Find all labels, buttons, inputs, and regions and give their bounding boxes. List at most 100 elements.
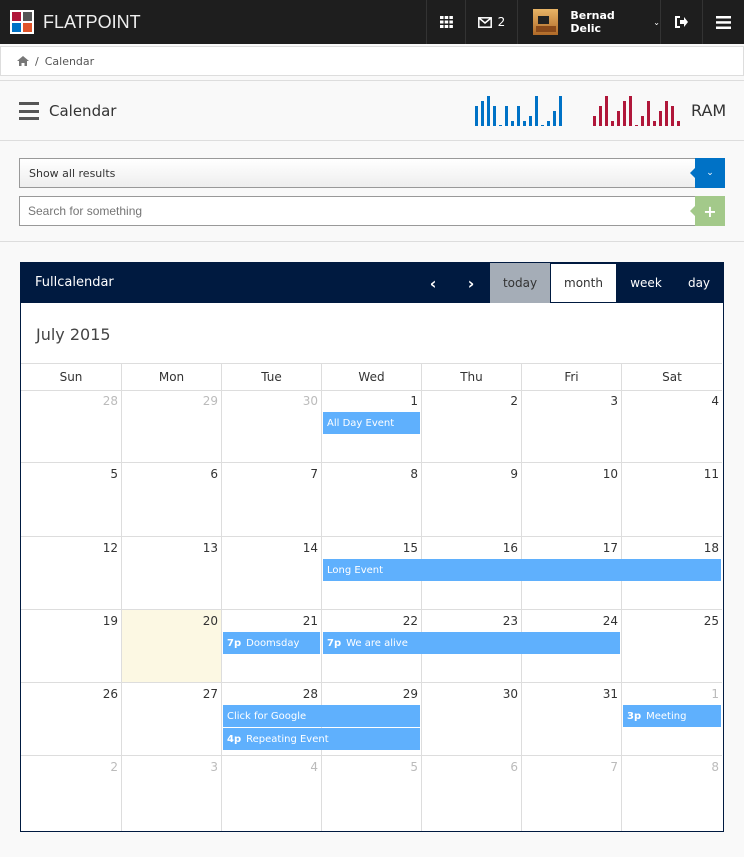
sparkline-bar — [487, 96, 490, 126]
day-number: 8 — [711, 760, 719, 774]
day-cell[interactable]: 30 — [421, 683, 521, 756]
sparkline-bar — [541, 125, 544, 126]
day-cell[interactable]: 13 — [121, 537, 221, 610]
day-cell[interactable]: 2 — [21, 756, 121, 831]
sparkline-bar — [553, 111, 556, 126]
sidebar-toggle-icon[interactable] — [19, 102, 39, 120]
chevron-left-icon: ‹ — [429, 273, 437, 293]
sparkline-bar — [665, 101, 668, 126]
sparkline-bar — [635, 125, 638, 126]
day-cell[interactable]: 7 — [221, 463, 321, 537]
day-cell[interactable]: 4 — [221, 756, 321, 831]
month-view-button[interactable]: month — [550, 263, 617, 303]
day-number: 21 — [302, 614, 318, 628]
day-cell[interactable]: 3 — [121, 756, 221, 831]
brand-name[interactable]: FLATPOINT — [43, 12, 141, 33]
day-cell[interactable]: 5 — [321, 756, 421, 831]
week-view-button[interactable]: week — [617, 263, 675, 303]
sign-out-icon — [675, 16, 688, 28]
day-number: 6 — [210, 467, 218, 481]
day-number: 29 — [202, 394, 218, 408]
event-time: 7p — [227, 637, 242, 649]
logout-button[interactable] — [660, 0, 702, 44]
day-cell[interactable]: 3 — [521, 390, 621, 463]
event-title: Meeting — [646, 710, 687, 722]
breadcrumb-current: Calendar — [44, 54, 95, 68]
select-dropdown-button[interactable]: ⌄ — [690, 158, 725, 188]
weekday-header: Wed — [321, 363, 421, 391]
sparkline-bar — [559, 96, 562, 126]
day-cell[interactable]: 20 — [121, 610, 221, 683]
calendar-event[interactable]: 7p We are alive — [323, 632, 620, 654]
day-cell[interactable]: 11 — [621, 463, 722, 537]
calendar-event[interactable]: 4p Repeating Event — [223, 728, 420, 750]
day-cell[interactable]: 6 — [421, 756, 521, 831]
day-number: 5 — [410, 760, 418, 774]
day-cell[interactable]: 14 — [221, 537, 321, 610]
day-number: 4 — [310, 760, 318, 774]
user-name: Bernad Delic — [570, 9, 615, 35]
day-cell[interactable]: 19 — [21, 610, 121, 683]
search-field[interactable]: + — [19, 196, 725, 226]
day-cell[interactable]: 6 — [121, 463, 221, 537]
user-menu[interactable]: Bernad Delic ⌄ — [517, 0, 660, 44]
day-cell[interactable]: 2 — [421, 390, 521, 463]
day-cell[interactable]: 5 — [21, 463, 121, 537]
day-number: 5 — [110, 467, 118, 481]
day-cell[interactable]: 29 — [121, 390, 221, 463]
day-cell[interactable]: 25 — [621, 610, 722, 683]
event-title: Click for Google — [227, 710, 307, 722]
logo[interactable] — [10, 10, 34, 34]
day-cell[interactable]: 28 — [21, 390, 121, 463]
day-cell[interactable]: 27 — [121, 683, 221, 756]
calendar-event[interactable]: All Day Event — [323, 412, 420, 434]
calendar-event[interactable]: Click for Google — [223, 705, 420, 727]
event-title: Doomsday — [246, 637, 300, 649]
sparkline-bar — [547, 121, 550, 126]
day-cell[interactable]: 9 — [421, 463, 521, 537]
day-number: 3 — [610, 394, 618, 408]
day-cell[interactable]: 10 — [521, 463, 621, 537]
day-number: 20 — [202, 614, 218, 628]
results-filter-select[interactable]: Show all results ⌄ — [19, 158, 725, 188]
day-view-button[interactable]: day — [675, 263, 723, 303]
prev-button[interactable]: ‹ — [419, 263, 447, 303]
event-title: Long Event — [327, 564, 384, 576]
sparkline-bar — [677, 121, 680, 126]
sparkline-bar — [499, 125, 502, 126]
day-cell[interactable]: 8 — [321, 463, 421, 537]
weekday-header: Fri — [521, 363, 621, 391]
day-number: 16 — [502, 541, 518, 555]
day-number: 7 — [610, 760, 618, 774]
message-count: 2 — [497, 15, 506, 29]
next-button[interactable]: › — [457, 263, 485, 303]
search-input[interactable] — [20, 198, 680, 224]
today-button[interactable]: today — [490, 263, 550, 303]
day-number: 26 — [102, 687, 118, 701]
apps-grid-button[interactable] — [426, 0, 465, 44]
sparkline-bar — [617, 111, 620, 126]
day-number: 29 — [402, 687, 418, 701]
day-number: 22 — [402, 614, 418, 628]
day-cell[interactable]: 30 — [221, 390, 321, 463]
day-number: 11 — [703, 467, 719, 481]
day-cell[interactable]: 8 — [621, 756, 722, 831]
add-button[interactable]: + — [690, 196, 725, 226]
weekday-header: Tue — [221, 363, 321, 391]
day-cell[interactable]: 7 — [521, 756, 621, 831]
calendar-event[interactable]: 3p Meeting — [623, 705, 721, 727]
page-title: Calendar — [49, 102, 117, 120]
day-number: 10 — [602, 467, 618, 481]
main-menu-button[interactable] — [702, 0, 744, 44]
breadcrumb-separator: / — [35, 54, 39, 68]
day-cell[interactable]: 31 — [521, 683, 621, 756]
event-title: Repeating Event — [246, 733, 329, 745]
ram-sparkline — [593, 94, 680, 126]
calendar-event[interactable]: 7p Doomsday — [223, 632, 320, 654]
messages-button[interactable]: 2 — [465, 0, 517, 44]
day-cell[interactable]: 4 — [621, 390, 722, 463]
day-cell[interactable]: 26 — [21, 683, 121, 756]
day-cell[interactable]: 12 — [21, 537, 121, 610]
home-icon[interactable] — [17, 56, 29, 66]
calendar-event[interactable]: Long Event — [323, 559, 721, 581]
